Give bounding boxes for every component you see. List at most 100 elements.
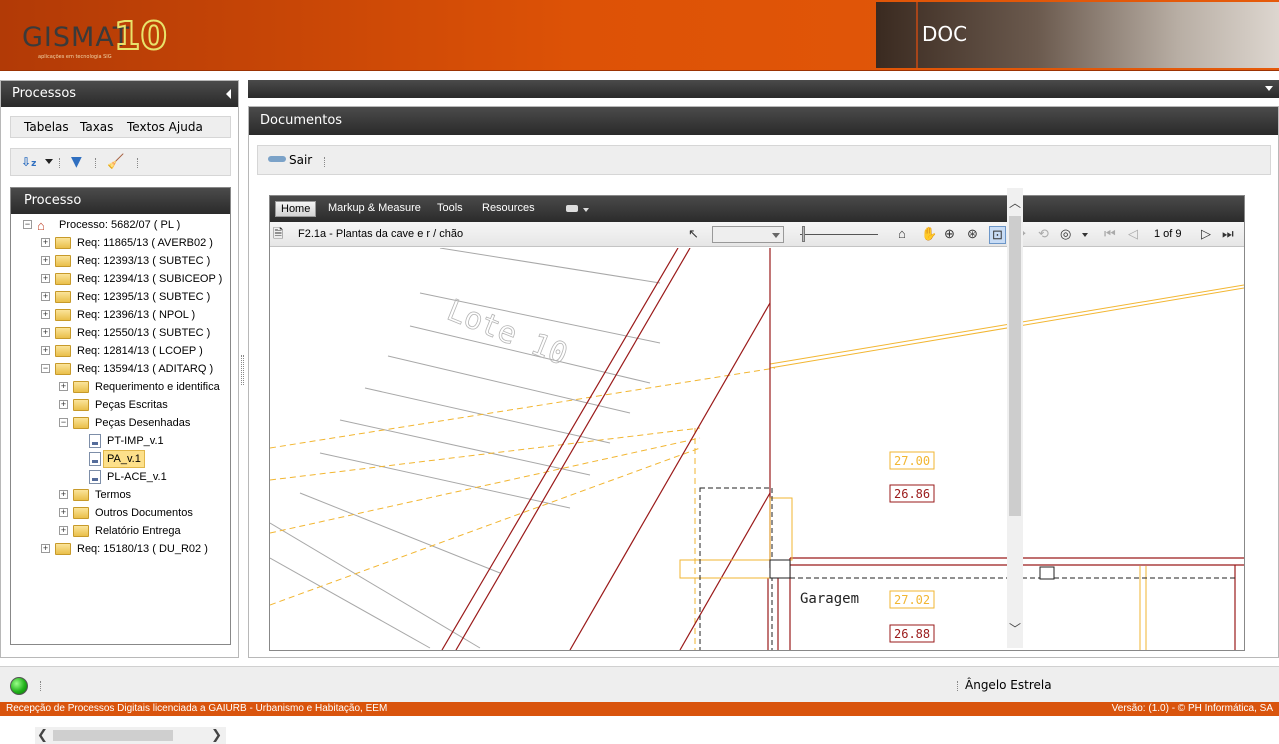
rotate-icon[interactable]: ⟲ [1038,226,1049,242]
more-icon[interactable] [566,205,578,212]
tree-node-label[interactable]: PT-IMP_v.1 [107,432,164,450]
tree-node[interactable]: − Req: 13594/13 ( ADITARQ ) [11,360,230,378]
tree-node[interactable]: + Req: 12393/13 ( SUBTEC ) [11,252,230,270]
tree-node[interactable]: + Req: 12550/13 ( SUBTEC ) [11,324,230,342]
dropdown-icon[interactable] [45,159,53,164]
zoom-fit-icon[interactable]: ⊛ [967,226,978,242]
scrollbar-thumb[interactable] [53,730,173,741]
expand-icon[interactable]: + [59,400,68,409]
tree-node[interactable]: + Req: 12396/13 ( NPOL ) [11,306,230,324]
tree-node-label[interactable]: Req: 11865/13 ( AVERB02 ) [77,234,213,252]
menu-tabelas[interactable]: Tabelas [24,120,69,134]
tree-node[interactable]: + Req: 12814/13 ( LCOEP ) [11,342,230,360]
tree-node[interactable]: + Req: 11865/13 ( AVERB02 ) [11,234,230,252]
previous-page-icon[interactable]: ◁ [1128,226,1138,242]
tree-node-label[interactable]: PL-ACE_v.1 [107,468,167,486]
tree-node-label[interactable]: Req: 15180/13 ( DU_R02 ) [77,540,208,558]
viewer-vertical-scrollbar[interactable]: ︿ ﹀ [1007,188,1023,648]
last-page-icon[interactable]: ⏭ [1222,226,1234,242]
tree-node[interactable]: + Relatório Entrega [11,522,230,540]
tree-node[interactable]: − ⌂ Processo: 5682/07 ( PL ) [11,216,230,234]
tree-node-label[interactable]: Relatório Entrega [95,522,181,540]
menu-taxas[interactable]: Taxas [80,120,113,134]
more-dropdown-icon[interactable] [583,208,589,212]
zoom-slider[interactable] [800,234,878,235]
broom-icon[interactable]: 🧹 [107,154,124,170]
expand-icon[interactable]: + [41,274,50,283]
tree-node[interactable]: + Termos [11,486,230,504]
expand-icon[interactable]: + [41,310,50,319]
first-page-icon[interactable]: ⏮ [1104,226,1116,242]
scroll-up-icon[interactable]: ︿ [1009,194,1021,211]
home-icon[interactable]: ⌂ [898,226,906,242]
tree-node-label[interactable]: Req: 12393/13 ( SUBTEC ) [77,252,210,270]
select-cursor-icon[interactable]: ↖ [688,226,699,242]
tree-node-label[interactable]: Requerimento e identifica [95,378,220,396]
collapse-left-icon[interactable] [226,89,231,99]
tree-node[interactable]: PT-IMP_v.1 [11,432,230,450]
scroll-right-icon[interactable]: ❯ [211,727,222,744]
tree-node-label[interactable]: Termos [95,486,131,504]
tree-node-label[interactable]: Req: 12550/13 ( SUBTEC ) [77,324,210,342]
tree-node[interactable]: + Requerimento e identifica [11,378,230,396]
scroll-left-icon[interactable]: ❮ [37,727,48,744]
tree-node-label[interactable]: Req: 12396/13 ( NPOL ) [77,306,195,324]
tree-node-label[interactable]: Outros Documentos [95,504,193,522]
tree-node[interactable]: PL-ACE_v.1 [11,468,230,486]
exit-arrow-icon[interactable] [268,156,286,162]
collapse-icon[interactable]: − [41,364,50,373]
tree-node-label[interactable]: Req: 12395/13 ( SUBTEC ) [77,288,210,306]
level-label-red-1: 26.86 [894,487,930,501]
tree-node-label[interactable]: Req: 12814/13 ( LCOEP ) [77,342,203,360]
tab-home[interactable]: Home [275,201,317,217]
expand-icon[interactable]: + [41,256,50,265]
tree-horizontal-scrollbar[interactable]: ❮ ❯ [35,727,226,744]
tree-node[interactable]: + Req: 12395/13 ( SUBTEC ) [11,288,230,306]
collapse-icon[interactable]: − [59,418,68,427]
tree-node[interactable]: − Peças Desenhadas [11,414,230,432]
tree-node-label[interactable]: Req: 13594/13 ( ADITARQ ) [77,360,213,378]
zoom-in-icon[interactable]: ⊕ [944,226,955,242]
tab-markup-measure[interactable]: Markup & Measure [323,201,426,215]
expand-icon[interactable]: + [59,382,68,391]
expand-icon[interactable]: + [59,508,68,517]
collapse-icon[interactable]: − [23,220,32,229]
menu-textos-ajuda[interactable]: Textos Ajuda [127,120,203,134]
navigate-icon[interactable]: ◎ [1060,226,1071,242]
expand-icon[interactable]: + [59,526,68,535]
zoom-window-icon[interactable]: ⊡ [989,226,1006,244]
tree-node-label[interactable]: Processo: 5682/07 ( PL ) [59,216,180,234]
document-properties-icon[interactable]: 🗎 [273,226,283,242]
tab-resources[interactable]: Resources [477,201,540,215]
sort-icon[interactable]: ⇩z [21,154,36,172]
zoom-slider-thumb[interactable] [802,226,805,242]
scrollbar-thumb[interactable] [1009,216,1021,516]
tree-node[interactable]: + Peças Escritas [11,396,230,414]
exit-button[interactable]: Sair [289,153,312,167]
expand-icon[interactable]: + [41,292,50,301]
expand-icon[interactable]: + [41,346,50,355]
next-page-icon[interactable]: ▷ [1201,226,1211,242]
tree-node-label[interactable]: PA_v.1 [103,450,145,468]
expand-icon[interactable]: + [41,328,50,337]
expand-strip-icon[interactable] [1265,86,1273,91]
tree-node[interactable]: + Req: 15180/13 ( DU_R02 ) [11,540,230,558]
scroll-down-icon[interactable]: ﹀ [1009,620,1021,637]
expand-icon[interactable]: + [59,490,68,499]
panel-splitter[interactable] [241,355,244,385]
hand-pan-icon[interactable]: ✋ [921,226,937,242]
tree-node[interactable]: PA_v.1 [11,450,230,468]
tree-node[interactable]: + Req: 12394/13 ( SUBICEOP ) [11,270,230,288]
filter-icon[interactable]: ▼ [71,154,82,170]
tree-node-label[interactable]: Peças Escritas [95,396,168,414]
pdf-drawing-canvas[interactable]: Lote 10 Garagem 27.00 26.86 27.02 26.88 [270,248,1244,650]
logo-tagline: aplicações em tecnologia SIG [38,54,112,60]
tab-tools[interactable]: Tools [432,201,468,215]
navigate-dropdown-icon[interactable] [1082,233,1088,237]
expand-icon[interactable]: + [41,544,50,553]
zoom-select[interactable] [712,226,784,243]
tree-node-label[interactable]: Req: 12394/13 ( SUBICEOP ) [77,270,222,288]
expand-icon[interactable]: + [41,238,50,247]
tree-node-label[interactable]: Peças Desenhadas [95,414,190,432]
tree-node[interactable]: + Outros Documentos [11,504,230,522]
